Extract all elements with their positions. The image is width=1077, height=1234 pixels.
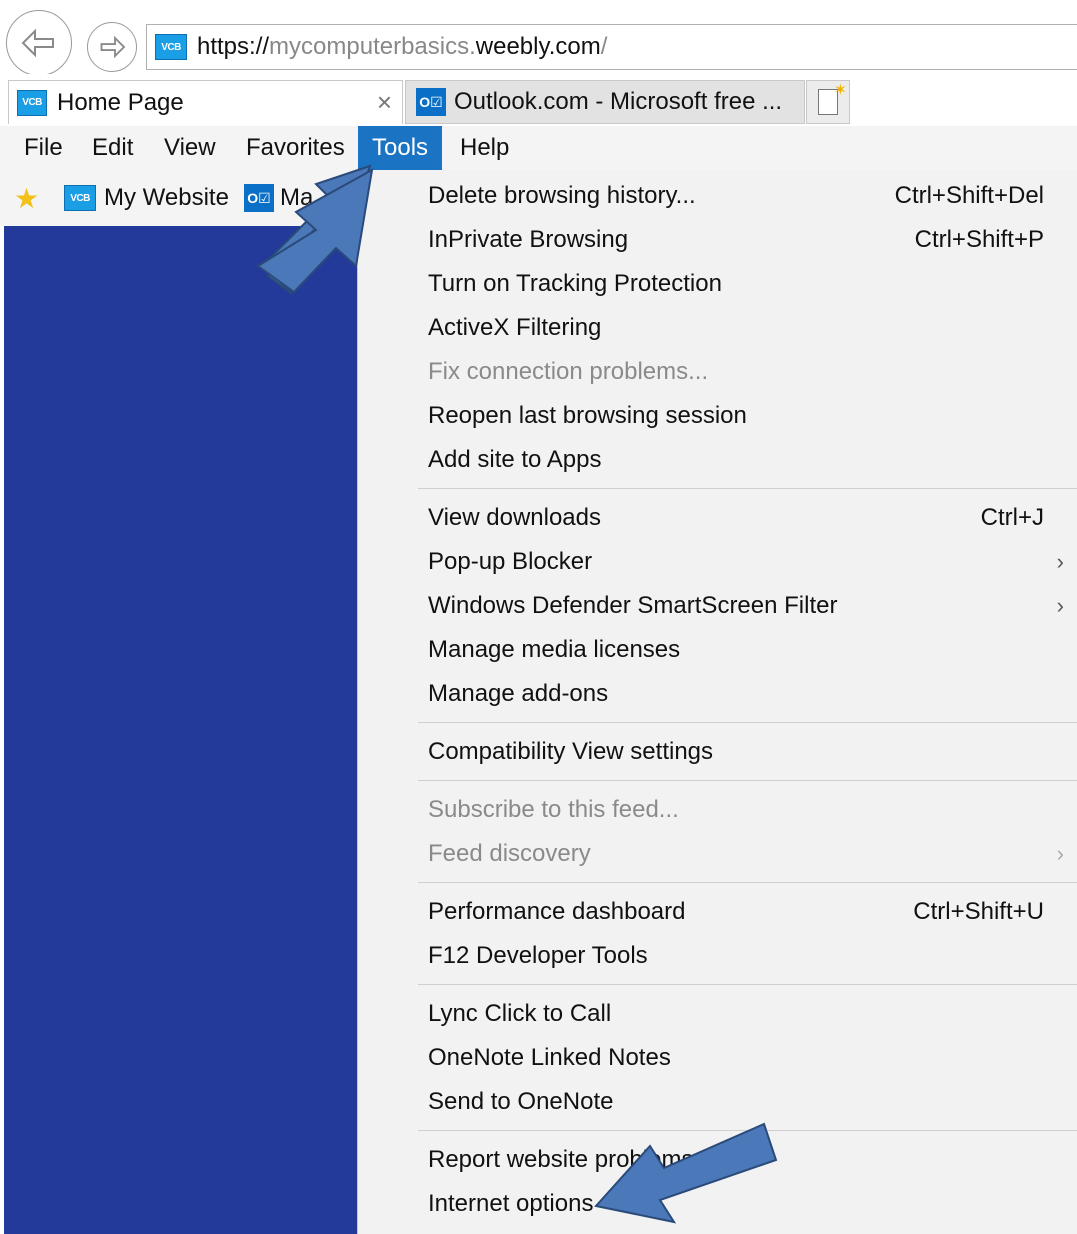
menuitem-inprivate-browsing[interactable]: InPrivate Browsing Ctrl+Shift+P	[358, 218, 1077, 262]
menuitem-fix-connection-problems: Fix connection problems...	[428, 358, 709, 385]
menuitem-manage-media-licenses[interactable]: Manage media licenses	[358, 628, 1077, 672]
menu-favorites[interactable]: Favorites	[234, 126, 357, 170]
menuitem-feed-discovery: Feed discovery ›	[358, 832, 1077, 876]
menu-separator	[418, 722, 1077, 723]
new-tab-button[interactable]: ✶	[806, 80, 850, 124]
outlook-icon: O☑	[416, 88, 446, 116]
menuitem-popup-blocker[interactable]: Pop-up Blocker ›	[358, 540, 1077, 584]
page-content	[4, 226, 360, 1234]
tab-label: Outlook.com - Microsoft free ...	[454, 88, 783, 115]
menuitem-reopen-last-session[interactable]: Reopen last browsing session	[358, 394, 1077, 438]
menu-file[interactable]: File	[12, 126, 75, 170]
menuitem-onenote-linked-notes[interactable]: OneNote Linked Notes	[358, 1036, 1077, 1080]
vcb-icon: VCB	[64, 185, 96, 211]
menuitem-view-downloads[interactable]: View downloads Ctrl+J	[358, 496, 1077, 540]
outlook-icon: O☑	[244, 184, 274, 212]
close-icon[interactable]: ×	[377, 87, 392, 118]
favorite-my-website[interactable]: VCB My Website	[64, 184, 229, 212]
menuitem-lync-click-to-call[interactable]: Lync Click to Call	[358, 992, 1077, 1036]
menu-separator	[418, 780, 1077, 781]
menu-separator	[418, 882, 1077, 883]
favorite-label: Ma	[280, 184, 314, 211]
url-text: https://mycomputerbasics.weebly.com/	[197, 33, 608, 60]
menu-separator	[418, 488, 1077, 489]
menuitem-delete-browsing-history[interactable]: Delete browsing history... Ctrl+Shift+Del	[358, 174, 1077, 218]
menuitem-send-to-onenote[interactable]: Send to OneNote	[358, 1080, 1077, 1124]
menuitem-compatibility-view-settings[interactable]: Compatibility View settings	[358, 730, 1077, 774]
menuitem-smartscreen-filter[interactable]: Windows Defender SmartScreen Filter ›	[358, 584, 1077, 628]
address-bar-row: VCB https://mycomputerbasics.weebly.com/	[0, 0, 1077, 76]
tab-row: VCB Home Page × O☑ Outlook.com - Microso…	[0, 74, 1077, 126]
menuitem-add-site-to-apps[interactable]: Add site to Apps	[358, 438, 1077, 482]
menuitem-performance-dashboard[interactable]: Performance dashboard Ctrl+Shift+U	[358, 890, 1077, 934]
menuitem-activex-filtering[interactable]: ActiveX Filtering	[358, 306, 1077, 350]
menuitem-f12-developer-tools[interactable]: F12 Developer Tools	[358, 934, 1077, 978]
menuitem-manage-add-ons[interactable]: Manage add-ons	[358, 672, 1077, 716]
back-button[interactable]	[6, 10, 72, 76]
menu-help[interactable]: Help	[448, 126, 521, 170]
menuitem-report-website-problems[interactable]: Report website problems	[358, 1138, 1077, 1182]
back-arrow-icon	[21, 28, 54, 58]
menu-edit[interactable]: Edit	[80, 126, 145, 170]
menuitem-subscribe-to-feed: Subscribe to this feed...	[428, 796, 679, 823]
site-favicon-icon: VCB	[155, 34, 187, 60]
menu-view[interactable]: View	[152, 126, 228, 170]
forward-arrow-icon	[100, 35, 126, 59]
vcb-icon: VCB	[17, 89, 47, 116]
menu-bar: File Edit View Favorites Tools Help	[0, 126, 1077, 170]
favorite-outlook[interactable]: O☑ Ma	[244, 184, 313, 212]
tab-label: Home Page	[57, 88, 184, 116]
tab-home-page[interactable]: VCB Home Page ×	[8, 80, 403, 124]
menu-tools[interactable]: Tools	[358, 126, 443, 170]
url-field[interactable]: VCB https://mycomputerbasics.weebly.com/	[146, 24, 1077, 70]
menuitem-tracking-protection[interactable]: Turn on Tracking Protection	[358, 262, 1077, 306]
favorite-label: My Website	[104, 184, 229, 211]
chevron-right-icon: ›	[1056, 593, 1064, 618]
menuitem-internet-options[interactable]: Internet options	[358, 1182, 1077, 1226]
forward-button[interactable]	[87, 22, 137, 72]
new-page-icon: ✶	[818, 82, 847, 115]
menu-separator	[418, 1130, 1077, 1131]
chevron-right-icon: ›	[1056, 549, 1064, 574]
tab-outlook[interactable]: O☑ Outlook.com - Microsoft free ...	[405, 80, 805, 124]
chevron-right-icon: ›	[1056, 841, 1064, 866]
menu-separator	[418, 984, 1077, 985]
tools-dropdown-menu: Delete browsing history... Ctrl+Shift+Del…	[357, 170, 1077, 1234]
favorites-star-icon[interactable]: ★	[14, 182, 39, 215]
